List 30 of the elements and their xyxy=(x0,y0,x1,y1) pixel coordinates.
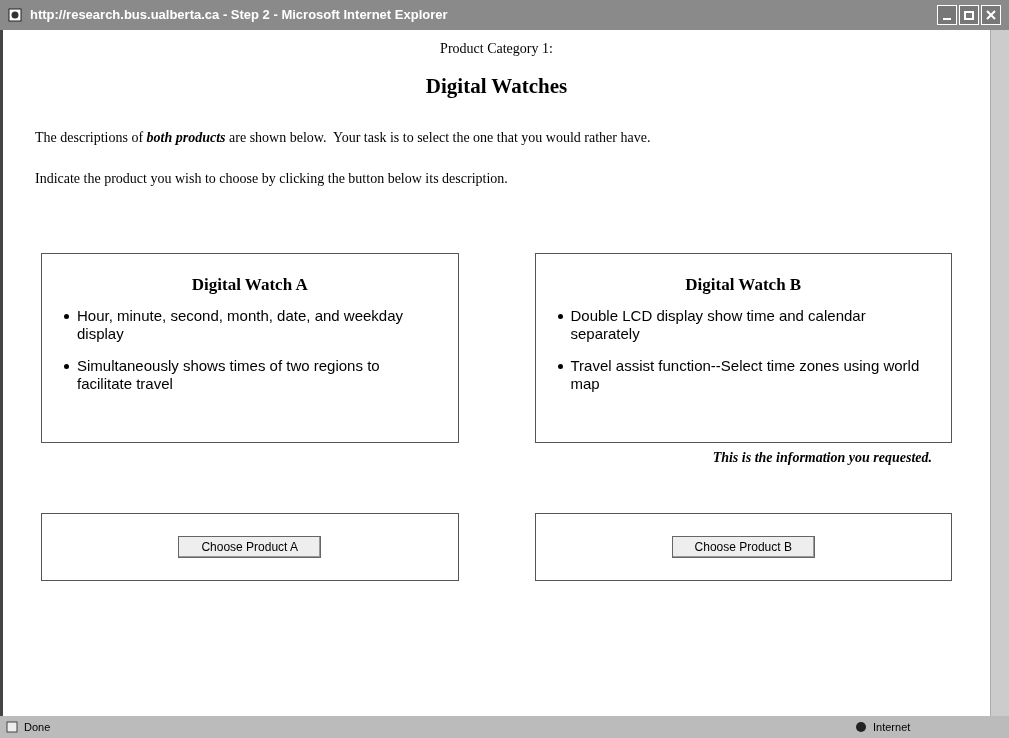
zone-text: Internet xyxy=(873,719,912,735)
minimize-icon xyxy=(943,18,951,20)
globe-icon xyxy=(855,721,867,733)
maximize-button[interactable] xyxy=(959,5,979,25)
bullet-icon xyxy=(557,364,563,369)
product-name: Digital Watch B xyxy=(684,273,803,296)
product-name: Digital Watch A xyxy=(190,273,309,296)
category-label: Product Category 1: xyxy=(439,40,554,58)
feature-text: Double LCD display show time and calendar separately xyxy=(570,307,867,343)
feature-text: Simultaneously shows times of two regions to facilitate travel xyxy=(77,357,381,393)
minimize-button[interactable] xyxy=(937,5,957,25)
page-heading: Digital Watches xyxy=(424,73,569,100)
choose-button[interactable]: Choose Product A xyxy=(178,535,322,558)
instruction-text: Indicate the product you wish to choose by clicking the button below its description. xyxy=(35,169,509,188)
info-note: This is the information you requested. xyxy=(712,449,932,467)
bullet-icon xyxy=(64,314,69,319)
browser-icon xyxy=(8,8,22,22)
close-icon xyxy=(986,10,996,20)
page-icon xyxy=(6,721,18,733)
scrollbar[interactable] xyxy=(990,30,1009,716)
choose-button[interactable]: Choose Product B xyxy=(671,535,815,558)
close-button[interactable] xyxy=(981,5,1001,25)
intro-text: The descriptions of both products are shown below. Your task is to select the one that you would rather have. xyxy=(35,128,652,147)
bullet-icon xyxy=(557,314,563,319)
feature-text: Travel assist function--Select time zones using world map xyxy=(570,357,921,393)
window-title: http://research.bus.ualberta.ca - Step 2 - Microsoft Internet Explorer xyxy=(30,6,449,25)
maximize-icon xyxy=(964,10,974,20)
status-text: Done xyxy=(24,719,52,735)
bullet-icon xyxy=(64,364,69,369)
feature-text: Hour, minute, second, month, date, and weekday display xyxy=(77,307,405,343)
